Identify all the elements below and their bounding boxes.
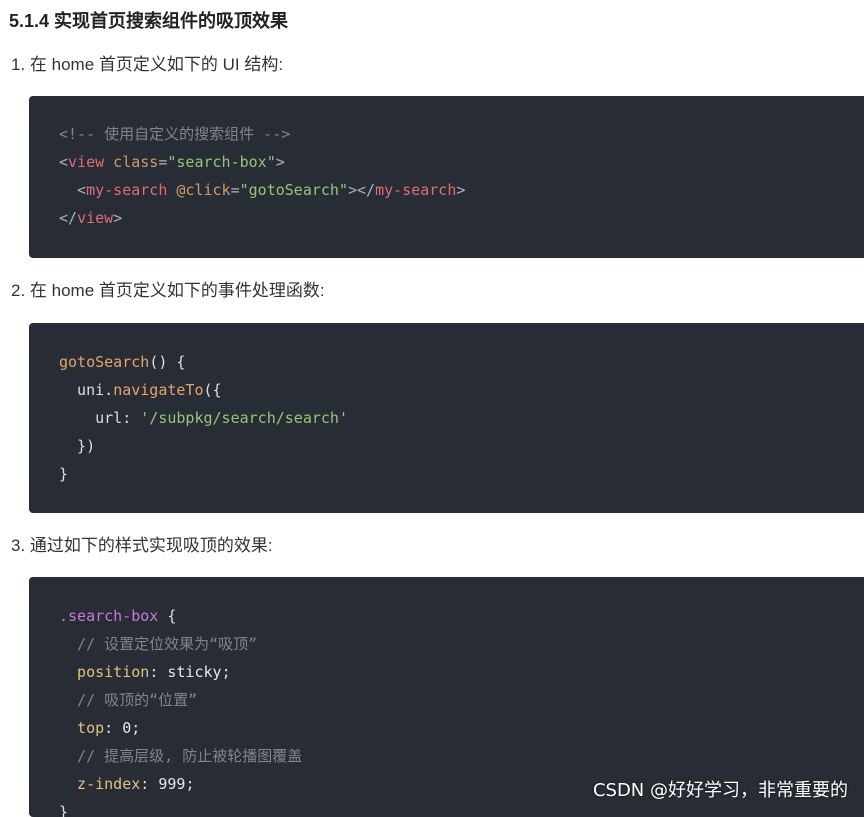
code-punct: > <box>456 181 466 199</box>
code-tag: view <box>68 153 105 171</box>
code-line: .search-box { <box>59 602 864 630</box>
code-block-ui-structure: <!-- 使用自定义的搜索组件 --> <view class="search-… <box>29 96 864 258</box>
code-punct: ; <box>131 719 141 737</box>
code-punct: ; <box>221 663 231 681</box>
code-property: z-index <box>59 775 141 793</box>
code-line: <!-- 使用自定义的搜索组件 --> <box>59 120 864 148</box>
code-comment: // 设置定位效果为“吸顶” <box>59 635 258 653</box>
code-value: sticky <box>167 663 222 681</box>
code-object: uni <box>59 381 105 399</box>
code-selector: .search-box <box>59 607 159 625</box>
code-line: <my-search @click="gotoSearch"></my-sear… <box>59 176 864 204</box>
code-value: 999 <box>158 775 186 793</box>
code-punct: ; <box>185 775 195 793</box>
code-line: </view> <box>59 204 864 232</box>
code-function: gotoSearch <box>59 353 150 371</box>
code-punct: } <box>59 803 69 817</box>
code-punct: : <box>122 409 141 427</box>
code-tag: view <box>77 209 114 227</box>
code-line: // 设置定位效果为“吸顶” <box>59 630 864 658</box>
csdn-watermark: CSDN @好好学习，非常重要的 <box>592 780 848 801</box>
code-property: position <box>59 663 150 681</box>
code-line: gotoSearch() { <box>59 348 864 376</box>
code-line: uni.navigateTo({ <box>59 376 864 404</box>
section-heading: 5.1.4 实现首页搜索组件的吸顶效果 <box>9 11 289 31</box>
code-punct: () { <box>149 353 186 371</box>
code-comment: <!-- 使用自定义的搜索组件 --> <box>59 125 291 143</box>
code-punct: }) <box>59 437 96 455</box>
code-line: top: 0; <box>59 714 864 742</box>
code-string: "gotoSearch" <box>239 181 348 199</box>
step-1-text: 1. 在 home 首页定义如下的 UI 结构: <box>11 55 284 74</box>
code-string: "search-box" <box>167 153 276 171</box>
code-tag: my-search <box>86 181 168 199</box>
code-punct: ></ <box>348 181 376 199</box>
code-value: 0 <box>122 719 132 737</box>
code-punct: } <box>59 465 69 483</box>
code-punct: </ <box>59 209 78 227</box>
code-punct: < <box>59 153 69 171</box>
code-line: <view class="search-box"> <box>59 148 864 176</box>
code-block-event-handler: gotoSearch() { uni.navigateTo({ url: '/s… <box>29 323 864 513</box>
code-attr: @click <box>167 181 231 199</box>
code-punct: > <box>113 209 123 227</box>
code-line: // 提高层级, 防止被轮播图覆盖 <box>59 742 864 770</box>
code-comment: // 吸顶的“位置” <box>59 691 198 709</box>
code-line: // 吸顶的“位置” <box>59 686 864 714</box>
code-comment: // 提高层级, 防止被轮播图覆盖 <box>59 747 303 765</box>
code-line: position: sticky; <box>59 658 864 686</box>
code-punct: ({ <box>203 381 222 399</box>
code-function: navigateTo <box>113 381 204 399</box>
step-2-text: 2. 在 home 首页定义如下的事件处理函数: <box>11 281 325 300</box>
code-punct: : <box>104 719 123 737</box>
code-string: '/subpkg/search/search' <box>140 409 348 427</box>
code-line: url: '/subpkg/search/search' <box>59 404 864 432</box>
code-punct: < <box>59 181 87 199</box>
code-punct: : <box>149 663 168 681</box>
code-punct: = <box>230 181 240 199</box>
code-attr: class <box>104 153 159 171</box>
step-3-text: 3. 通过如下的样式实现吸顶的效果: <box>11 536 273 555</box>
code-tag: my-search <box>375 181 457 199</box>
code-property: top <box>59 719 105 737</box>
code-key: url <box>59 409 123 427</box>
code-line: }) <box>59 432 864 460</box>
code-punct: . <box>104 381 114 399</box>
code-punct: { <box>158 607 177 625</box>
code-line: } <box>59 460 864 488</box>
code-punct: : <box>140 775 159 793</box>
code-punct: > <box>275 153 285 171</box>
